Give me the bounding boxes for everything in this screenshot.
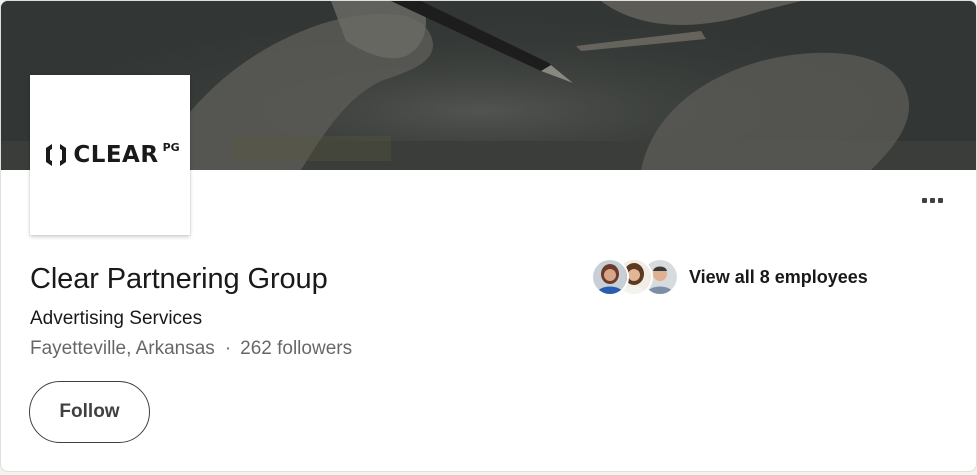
company-logo[interactable]: CLEAR PG bbox=[30, 75, 190, 235]
ellipsis-icon bbox=[937, 197, 943, 203]
follower-count: 262 followers bbox=[240, 338, 353, 359]
company-industry: Advertising Services bbox=[30, 308, 203, 329]
follow-button[interactable]: Follow bbox=[29, 381, 150, 443]
view-employees-link[interactable]: View all 8 employees bbox=[591, 257, 868, 297]
view-employees-label: View all 8 employees bbox=[689, 266, 868, 287]
ellipsis-icon bbox=[929, 197, 935, 203]
logo-text: CLEAR bbox=[73, 141, 159, 168]
meta-separator: · bbox=[224, 338, 232, 359]
logo-superscript: PG bbox=[162, 140, 180, 154]
ellipsis-icon bbox=[921, 197, 927, 203]
brackets-logo-icon bbox=[46, 144, 67, 166]
company-card: CLEAR PG Clear Partnering Group Advertis… bbox=[0, 0, 977, 472]
company-location: Fayetteville, Arkansas bbox=[30, 338, 215, 359]
more-options-button[interactable] bbox=[907, 185, 957, 215]
company-name: Clear Partnering Group bbox=[30, 263, 328, 295]
avatar bbox=[591, 258, 629, 296]
company-meta: Fayetteville, Arkansas · 262 followers bbox=[30, 338, 352, 360]
logo-mark: CLEAR PG bbox=[42, 140, 180, 169]
employee-avatars bbox=[591, 257, 679, 297]
